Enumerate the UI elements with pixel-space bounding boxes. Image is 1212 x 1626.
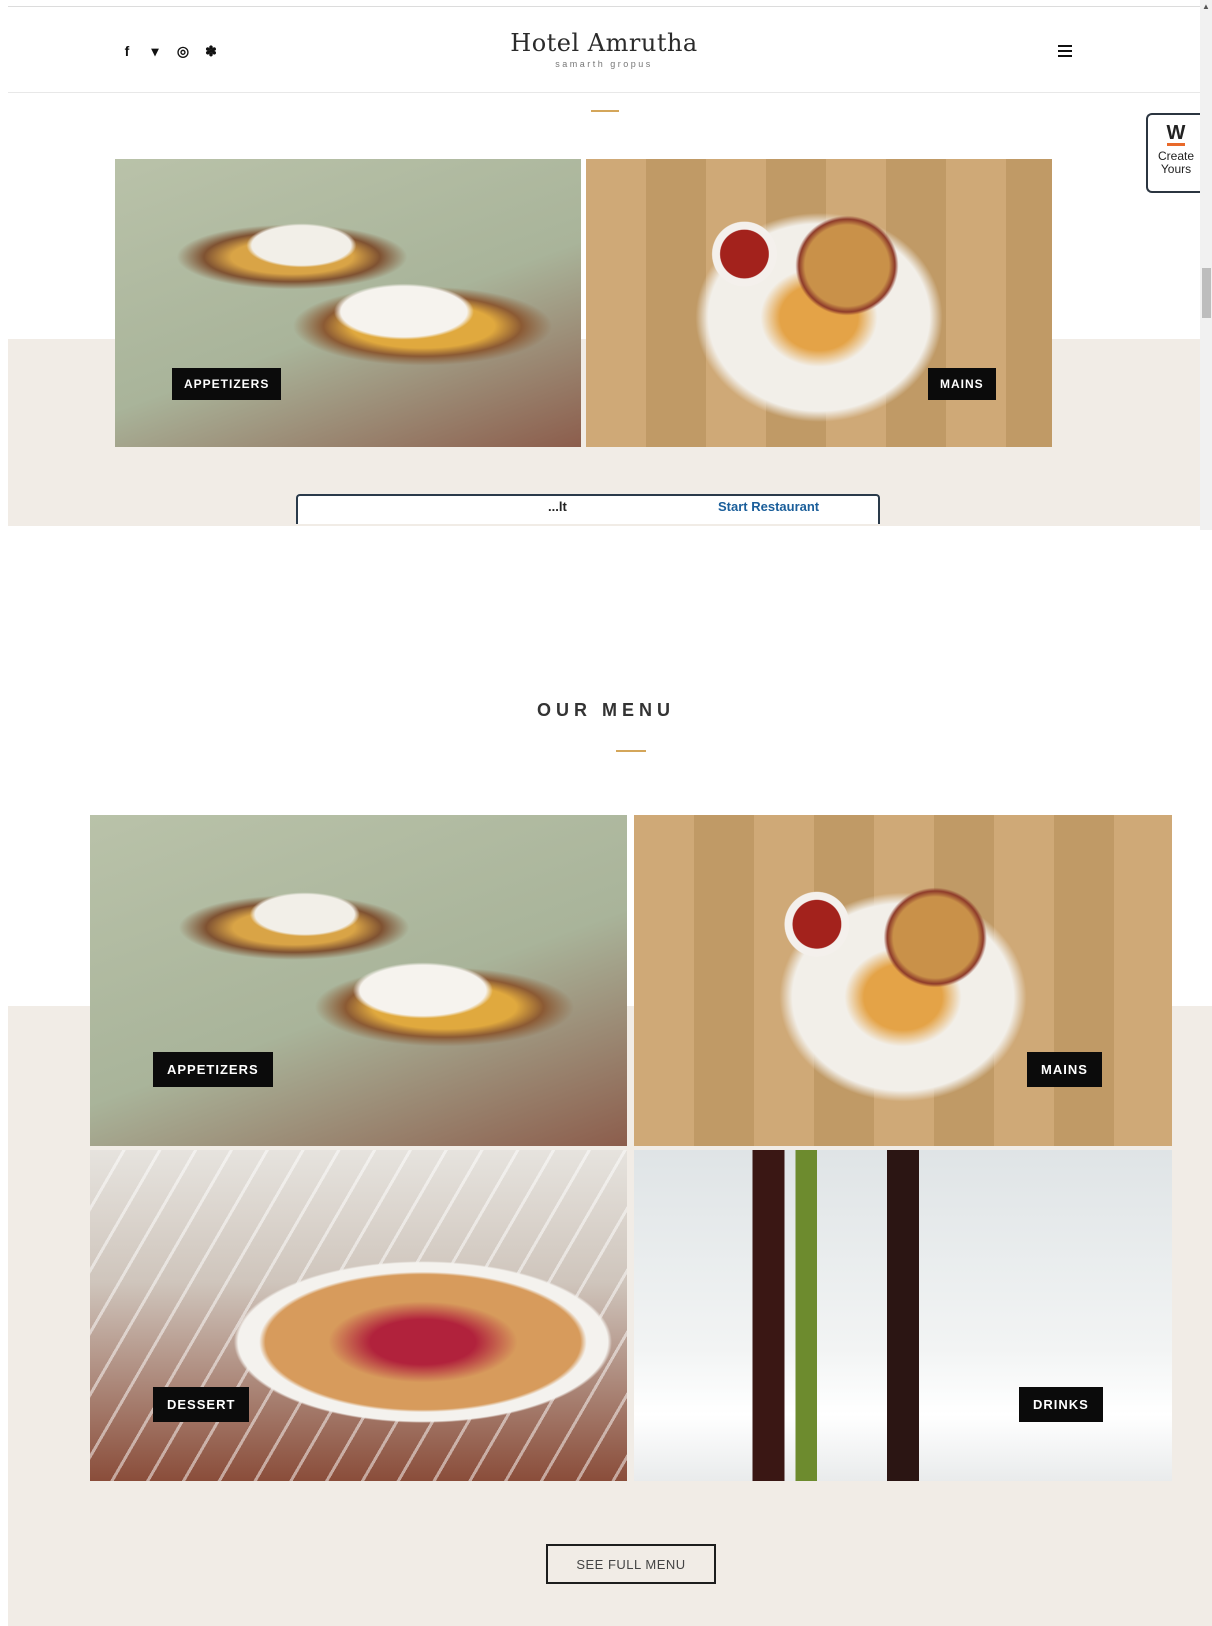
w-logo-icon: W xyxy=(1166,122,1186,144)
tile-label: DESSERT xyxy=(153,1387,250,1422)
menu-tile-mains[interactable]: MAINS xyxy=(634,815,1172,1146)
accent-divider xyxy=(591,110,619,112)
wine-bottles-image xyxy=(634,1150,1172,1481)
restaurant-widget[interactable]: ...lt Start Restaurant xyxy=(296,494,880,524)
pie-image xyxy=(90,1150,627,1481)
scroll-thumb[interactable] xyxy=(1202,268,1211,318)
tile-label: DRINKS xyxy=(1019,1387,1103,1422)
menu-tile-drinks[interactable]: DRINKS xyxy=(634,1150,1172,1481)
tile-label: MAINS xyxy=(1027,1052,1102,1087)
hamburger-icon[interactable] xyxy=(1058,45,1072,57)
site-subtitle: samarth gropus xyxy=(555,59,653,69)
see-full-menu-button[interactable]: SEE FULL MENU xyxy=(546,1544,716,1584)
scroll-up-arrow-icon[interactable]: ▲ xyxy=(1200,2,1212,14)
brand[interactable]: Hotel Amrutha samarth gropus xyxy=(8,29,1200,69)
potato-skins-image xyxy=(115,159,581,447)
site-preview-frame: f ▾ ◎ ✽ Hotel Amrutha samarth gropus APP… xyxy=(8,6,1200,526)
create-yours-widget[interactable]: W Create Yours xyxy=(1146,113,1204,193)
start-restaurant-link[interactable]: Start Restaurant xyxy=(718,499,819,514)
menu-tile-dessert[interactable]: DESSERT xyxy=(90,1150,627,1481)
tile-label: MAINS xyxy=(928,368,996,400)
scrollbar[interactable]: ▲ xyxy=(1200,0,1212,530)
widget-text: ...lt xyxy=(548,499,567,514)
tile-label: APPETIZERS xyxy=(153,1052,273,1087)
site-title[interactable]: Hotel Amrutha xyxy=(8,29,1200,57)
site-header: f ▾ ◎ ✽ Hotel Amrutha samarth gropus xyxy=(8,7,1200,93)
tile-label: APPETIZERS xyxy=(172,368,282,400)
menu-tile-appetizers[interactable]: APPETIZERS xyxy=(115,159,581,447)
menu-heading-divider xyxy=(616,750,646,752)
burger-fries-image xyxy=(634,815,1172,1146)
menu-tile-mains[interactable]: MAINS xyxy=(586,159,1052,447)
menu-heading: OUR MENU xyxy=(537,700,675,720)
burger-fries-image xyxy=(586,159,1052,447)
potato-skins-image xyxy=(90,815,627,1146)
menu-tile-appetizers[interactable]: APPETIZERS xyxy=(90,815,627,1146)
yours-text: Yours xyxy=(1160,162,1192,176)
